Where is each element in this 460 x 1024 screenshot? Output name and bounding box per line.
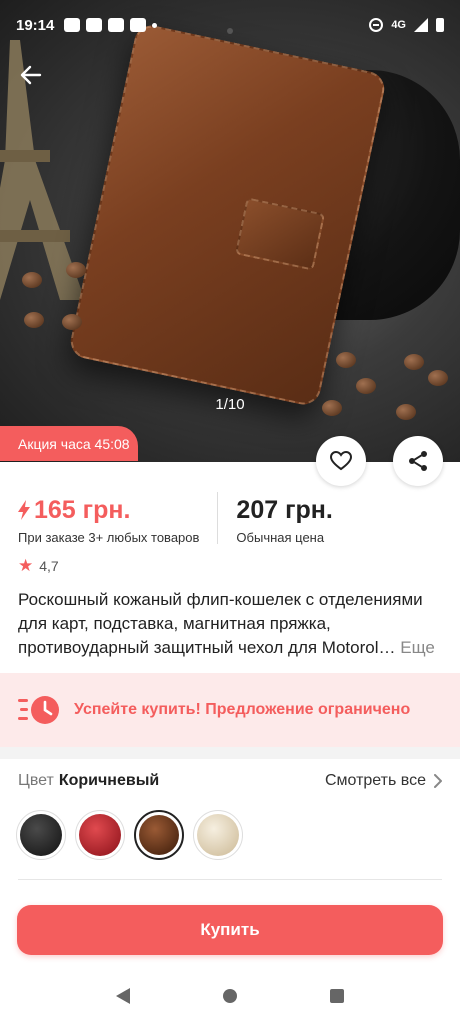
buy-button[interactable]: Купить (17, 905, 443, 955)
hourly-deal-tag: Акция часа 45:08 (0, 426, 138, 461)
coffee-bean-decor (62, 314, 82, 330)
color-selector-header: Цвет Коричневый Смотреть все (18, 770, 442, 792)
nav-back-icon[interactable] (116, 988, 131, 1004)
dnd-icon (369, 18, 384, 32)
rating-value: 4,7 (39, 558, 59, 574)
color-swatches (16, 810, 243, 860)
favorite-button[interactable] (316, 436, 366, 486)
status-bar: 19:14 4G (0, 0, 460, 50)
battery-icon (436, 18, 444, 32)
see-all-colors-link[interactable]: Смотреть все (325, 772, 442, 790)
color-swatch-black[interactable] (16, 810, 66, 860)
arrow-left-icon (20, 65, 42, 85)
chevron-right-icon (434, 774, 442, 788)
color-label: Цвет (18, 772, 54, 789)
nav-recents-icon[interactable] (329, 989, 344, 1003)
star-icon: ★ (18, 556, 34, 575)
promo-price-block: 165 грн. При заказе 3+ любых товаров (18, 492, 199, 552)
coffee-bean-decor (356, 378, 376, 394)
chat-notification-icon (64, 18, 81, 32)
promo-price-note: При заказе 3+ любых товаров (18, 530, 200, 545)
signal-icon (414, 18, 428, 32)
row-separator (18, 879, 442, 880)
limited-offer-banner: Успейте купить! Предложение ограничено (0, 673, 460, 747)
nav-home-icon[interactable] (222, 989, 237, 1003)
see-all-label: Смотреть все (324, 772, 426, 789)
regular-price-block: 207 грн. Обычная цена (236, 492, 332, 552)
lightning-icon (18, 500, 30, 520)
front-camera (227, 28, 233, 34)
color-swatch-red[interactable] (75, 810, 125, 860)
tiktok-notification-icon (130, 18, 147, 32)
coffee-bean-decor (404, 354, 424, 370)
more-notifications-icon (152, 22, 158, 28)
section-divider (0, 747, 460, 759)
coffee-bean-decor (22, 272, 42, 288)
regular-price: 207 грн. (236, 495, 333, 524)
product-image[interactable] (0, 0, 460, 462)
share-button[interactable] (393, 436, 443, 486)
coffee-bean-decor (24, 312, 44, 328)
network-type: 4G (391, 19, 406, 31)
system-nav-bar (0, 968, 460, 1024)
share-icon (409, 451, 427, 471)
regular-price-note: Обычная цена (236, 530, 325, 545)
promo-price: 165 грн. (34, 495, 131, 524)
rating[interactable]: ★ 4,7 (18, 556, 59, 576)
product-description: Роскошный кожаный флип-кошелек с отделен… (18, 588, 442, 660)
price-divider (217, 492, 219, 544)
contact-notification-icon (86, 18, 103, 32)
back-button[interactable] (14, 58, 48, 92)
description-text: Роскошный кожаный флип-кошелек с отделен… (18, 590, 423, 657)
image-pager: 1/10 (215, 396, 245, 413)
limited-offer-text: Успейте купить! Предложение ограничено (74, 701, 411, 718)
coffee-bean-decor (336, 352, 356, 368)
status-time: 19:14 (16, 16, 55, 34)
color-swatch-beige[interactable] (193, 810, 243, 860)
timer-icon (18, 696, 59, 724)
heart-icon (329, 450, 353, 471)
description-more-link[interactable]: Еще (400, 638, 435, 657)
color-swatch-brown[interactable] (134, 810, 184, 860)
price-row: 165 грн. При заказе 3+ любых товаров 207… (18, 492, 442, 552)
youtube-notification-icon (108, 18, 125, 32)
coffee-bean-decor (66, 262, 86, 278)
selected-color-value: Коричневый (58, 772, 160, 789)
coffee-bean-decor (428, 370, 448, 386)
phone-case-image (67, 22, 388, 408)
